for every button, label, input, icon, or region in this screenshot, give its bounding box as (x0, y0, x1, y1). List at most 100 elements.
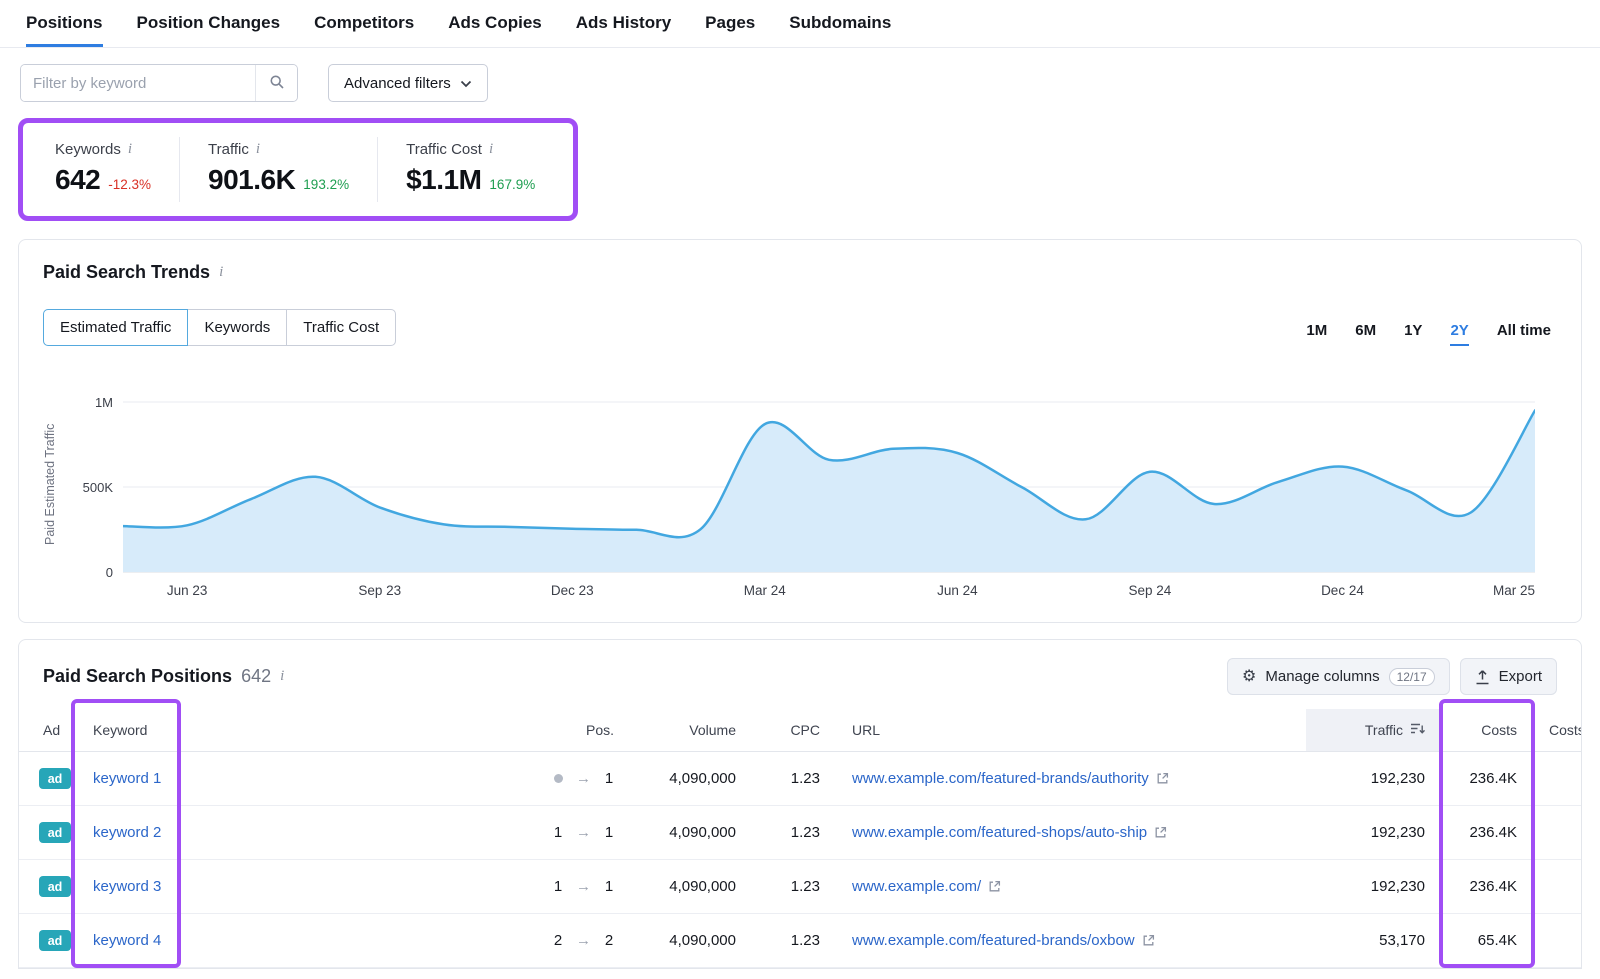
nav-tab-pages[interactable]: Pages (705, 0, 755, 47)
y-tick-label: 1M (95, 395, 113, 410)
traffic-cell: 53,170 (1306, 914, 1441, 968)
position-to: 2 (604, 932, 614, 949)
info-icon[interactable]: i (256, 142, 260, 157)
chevron-down-icon (460, 75, 472, 92)
nav-tab-ads-history[interactable]: Ads History (576, 0, 671, 47)
url-cell: www.example.com/featured-shops/auto-ship (852, 824, 1290, 841)
info-icon[interactable]: i (489, 142, 493, 157)
svg-text:Sep 24: Sep 24 (1129, 583, 1172, 598)
y-axis-title: Paid Estimated Traffic (43, 394, 57, 574)
position-change: →1 (518, 770, 614, 787)
range-6m[interactable]: 6M (1355, 322, 1376, 346)
column-header-ad[interactable]: Ad (19, 709, 77, 752)
external-link-icon[interactable] (1154, 826, 1167, 839)
metric-value: 642 (55, 164, 100, 196)
column-header-cpc[interactable]: CPC (752, 709, 836, 752)
positions-header: Paid Search Positions 642 i ⚙ Manage col… (19, 640, 1581, 709)
trend-tab-keywords[interactable]: Keywords (187, 309, 287, 346)
external-link-icon[interactable] (1142, 934, 1155, 947)
advanced-filters-button[interactable]: Advanced filters (328, 64, 488, 102)
column-header-costs[interactable]: Costs (1441, 709, 1533, 752)
arrow-right-icon: → (576, 770, 591, 787)
info-icon[interactable]: i (128, 142, 132, 157)
column-header-url[interactable]: URL (836, 709, 1306, 752)
range-2y[interactable]: 2Y (1450, 322, 1468, 346)
position-from: 1 (553, 824, 563, 841)
metric-traffic-cost: Traffic Cost i $1.1M 167.9% (377, 137, 563, 202)
column-header-volume[interactable]: Volume (630, 709, 752, 752)
arrow-right-icon: → (576, 932, 591, 949)
positions-title: Paid Search Positions (43, 666, 232, 687)
search-icon (269, 74, 285, 93)
info-icon[interactable]: i (280, 669, 284, 684)
url-cell: www.example.com/featured-brands/oxbow (852, 932, 1290, 949)
trend-tab-estimated-traffic[interactable]: Estimated Traffic (43, 309, 188, 346)
url-link[interactable]: www.example.com/featured-shops/auto-ship (852, 824, 1147, 841)
y-tick-label: 500K (83, 480, 113, 495)
manage-columns-button[interactable]: ⚙ Manage columns 12/17 (1227, 658, 1450, 695)
keyword-link[interactable]: keyword 2 (93, 824, 161, 841)
cpc-cell: 1.23 (752, 752, 836, 806)
nav-tab-position-changes[interactable]: Position Changes (137, 0, 281, 47)
keyword-link[interactable]: keyword 3 (93, 878, 161, 895)
nav-tab-competitors[interactable]: Competitors (314, 0, 414, 47)
trend-area-chart: Jun 23Sep 23Dec 23Mar 24Jun 24Sep 24Dec … (123, 386, 1535, 598)
external-link-icon[interactable] (988, 880, 1001, 893)
clipped-cell (1533, 752, 1581, 806)
column-header-keyword[interactable]: Keyword (77, 709, 502, 752)
volume-cell: 4,090,000 (630, 860, 752, 914)
gear-icon: ⚙ (1242, 669, 1256, 685)
metric-value-row: $1.1M 167.9% (406, 164, 535, 196)
column-header-traffic[interactable]: Traffic (1306, 709, 1441, 752)
table-row: adkeyword 42→24,090,0001.23www.example.c… (19, 914, 1581, 968)
ad-badge[interactable]: ad (39, 768, 71, 789)
y-axis-ticks: 1M500K0 (71, 386, 123, 598)
ad-badge[interactable]: ad (39, 822, 71, 843)
clipped-cell (1533, 914, 1581, 968)
positions-title-row: Paid Search Positions 642 i (43, 666, 284, 687)
metric-label: Traffic Cost (406, 141, 482, 158)
column-header-costs-clipped[interactable]: Costs (1533, 709, 1581, 752)
top-nav: Positions Position Changes Competitors Ads … (0, 0, 1600, 48)
trend-range-selector: 1M 6M 1Y 2Y All time (1306, 322, 1557, 346)
nav-tab-ads-copies[interactable]: Ads Copies (448, 0, 542, 47)
range-all-time[interactable]: All time (1497, 322, 1551, 346)
svg-text:Mar 25: Mar 25 (1493, 583, 1535, 598)
range-1y[interactable]: 1Y (1404, 322, 1422, 346)
info-icon[interactable]: i (219, 265, 223, 280)
cpc-cell: 1.23 (752, 806, 836, 860)
table-row: adkeyword 31→14,090,0001.23www.example.c… (19, 860, 1581, 914)
nav-tab-subdomains[interactable]: Subdomains (789, 0, 891, 47)
positions-table: AdKeywordPos.VolumeCPCURLTrafficCostsCos… (19, 709, 1581, 968)
metric-label-row: Traffic Cost i (406, 141, 535, 158)
keyword-link[interactable]: keyword 1 (93, 770, 161, 787)
url-link[interactable]: www.example.com/ (852, 878, 981, 895)
external-link-icon[interactable] (1156, 772, 1169, 785)
column-header-pos[interactable]: Pos. (502, 709, 630, 752)
range-1m[interactable]: 1M (1306, 322, 1327, 346)
metric-value: $1.1M (406, 164, 481, 196)
metric-value-row: 901.6K193.2% (208, 164, 349, 196)
export-icon (1475, 669, 1490, 685)
manage-columns-label: Manage columns (1265, 668, 1379, 685)
metric-change: -12.3% (108, 177, 151, 192)
keyword-link[interactable]: keyword 4 (93, 932, 161, 949)
ad-badge[interactable]: ad (39, 930, 71, 951)
svg-text:Mar 24: Mar 24 (744, 583, 787, 598)
nav-tab-positions[interactable]: Positions (26, 0, 103, 47)
url-link[interactable]: www.example.com/featured-brands/authorit… (852, 770, 1149, 787)
keyword-filter-input[interactable] (21, 65, 255, 101)
trend-tab-traffic-cost[interactable]: Traffic Cost (286, 309, 396, 346)
url-link[interactable]: www.example.com/featured-brands/oxbow (852, 932, 1135, 949)
sort-icon (1410, 722, 1425, 738)
position-from: 1 (553, 878, 563, 895)
arrow-right-icon: → (576, 878, 591, 895)
metric-label-row: Traffici (208, 141, 349, 158)
trend-metric-tabs: Estimated TrafficKeywordsTraffic Cost (43, 309, 396, 346)
search-button[interactable] (255, 65, 297, 101)
url-cell: www.example.com/featured-brands/authorit… (852, 770, 1290, 787)
ad-badge[interactable]: ad (39, 876, 71, 897)
metric-change: 167.9% (489, 177, 535, 192)
export-button[interactable]: Export (1460, 658, 1557, 695)
paid-search-trends-card: Paid Search Trends i Estimated TrafficKe… (18, 239, 1582, 623)
